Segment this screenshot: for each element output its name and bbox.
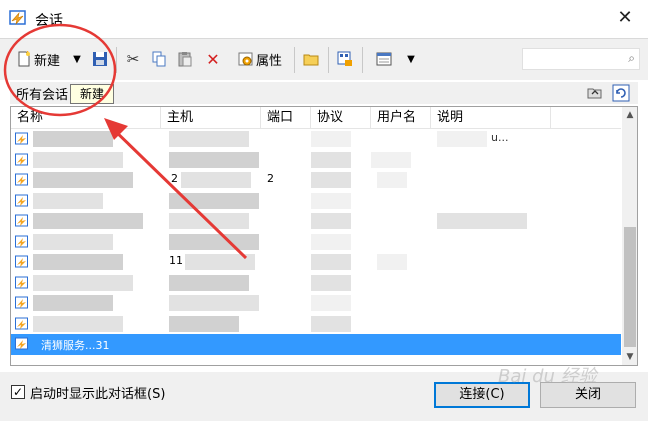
watermark-text: Bai du 经验 bbox=[498, 366, 597, 387]
copy-button[interactable] bbox=[148, 45, 170, 73]
list-item[interactable]: 11 bbox=[11, 252, 621, 273]
window-title: 会话 bbox=[35, 13, 63, 29]
cut-button[interactable]: ✂ bbox=[122, 45, 144, 73]
path-text: 所有会话 bbox=[16, 88, 69, 103]
list-view-icon bbox=[376, 52, 392, 66]
save-button[interactable] bbox=[90, 45, 110, 73]
search-icon: ⌕ bbox=[628, 51, 635, 65]
scroll-up-arrow-icon[interactable]: ▲ bbox=[622, 107, 637, 123]
xshell-app-icon bbox=[9, 10, 26, 26]
scrollbar-thumb[interactable] bbox=[624, 227, 636, 347]
column-header-host[interactable]: 主机 bbox=[161, 107, 261, 129]
delete-x-icon: ✕ bbox=[206, 49, 220, 69]
session-icon bbox=[15, 214, 28, 227]
session-list-header: 名称 主机 端口 协议 用户名 说明 bbox=[11, 107, 621, 129]
column-header-protocol[interactable]: 协议 bbox=[311, 107, 371, 129]
vertical-scrollbar[interactable]: ▲ ▼ bbox=[622, 107, 637, 365]
new-session-button[interactable]: 新建 bbox=[8, 45, 68, 73]
session-icon bbox=[15, 173, 28, 186]
session-icon bbox=[15, 337, 28, 350]
list-item[interactable]: u... bbox=[11, 129, 621, 150]
secure-session-button[interactable] bbox=[334, 45, 356, 73]
session-icon bbox=[15, 276, 28, 288]
column-header-name[interactable]: 名称 bbox=[11, 107, 161, 129]
session-icon bbox=[15, 132, 28, 145]
toolbar-separator bbox=[328, 47, 329, 73]
toolbar-separator bbox=[116, 47, 117, 73]
session-icon bbox=[15, 194, 28, 206]
chevron-down-icon: ▼ bbox=[73, 53, 81, 65]
new-session-tooltip: 新建 bbox=[70, 84, 114, 104]
list-item[interactable] bbox=[11, 191, 621, 212]
toolbar-separator bbox=[294, 47, 295, 73]
open-folder-button[interactable] bbox=[300, 45, 322, 73]
refresh-icon[interactable] bbox=[612, 84, 630, 102]
session-rows: u... 2 2 11 清狮服务...31 bbox=[11, 129, 621, 355]
session-icon bbox=[15, 255, 28, 268]
session-icon bbox=[15, 153, 28, 165]
row-host-fragment: 11 bbox=[169, 254, 183, 267]
list-item[interactable] bbox=[11, 232, 621, 253]
delete-button[interactable]: ✕ bbox=[202, 45, 224, 73]
properties-gear-icon bbox=[238, 52, 253, 66]
save-disk-icon bbox=[93, 52, 107, 66]
scroll-down-arrow-icon[interactable]: ▼ bbox=[622, 349, 637, 365]
startup-checkbox-label[interactable]: 启动时显示此对话框(S) bbox=[30, 383, 165, 402]
toolbar-separator bbox=[362, 47, 363, 73]
session-search-input[interactable]: ⌕ bbox=[522, 48, 640, 70]
toolbar: 新建 ▼ ✂ ✕ 属性 ▼ ⌕ bbox=[0, 38, 648, 80]
list-item[interactable] bbox=[11, 211, 621, 232]
paste-clipboard-icon bbox=[178, 52, 192, 67]
column-header-description[interactable]: 说明 bbox=[431, 107, 551, 129]
session-icon bbox=[15, 235, 28, 247]
properties-button[interactable]: 属性 bbox=[232, 45, 288, 73]
paste-button[interactable] bbox=[174, 45, 196, 73]
list-item[interactable]: 2 2 bbox=[11, 170, 621, 191]
list-item[interactable] bbox=[11, 314, 621, 335]
lock-grid-icon bbox=[337, 51, 352, 66]
session-icon bbox=[15, 317, 28, 329]
column-header-username[interactable]: 用户名 bbox=[371, 107, 431, 129]
list-item[interactable] bbox=[11, 150, 621, 171]
list-item[interactable] bbox=[11, 293, 621, 314]
chevron-down-icon: ▼ bbox=[407, 53, 415, 65]
view-mode-dropdown[interactable]: ▼ bbox=[402, 45, 420, 73]
folder-up-icon[interactable] bbox=[586, 84, 604, 102]
list-item[interactable] bbox=[11, 273, 621, 294]
column-header-port[interactable]: 端口 bbox=[261, 107, 311, 129]
properties-label: 属性 bbox=[255, 53, 282, 69]
startup-checkbox[interactable]: ✓ bbox=[11, 385, 25, 399]
new-session-dropdown[interactable]: ▼ bbox=[68, 45, 86, 73]
selected-row-text: 清狮服务...31 bbox=[41, 339, 110, 352]
close-window-button[interactable]: ✕ bbox=[612, 6, 638, 30]
row-description-fragment: u... bbox=[491, 131, 509, 144]
row-host-fragment: 2 bbox=[171, 172, 178, 185]
new-session-label: 新建 bbox=[33, 53, 60, 69]
scissors-icon: ✂ bbox=[126, 50, 140, 68]
view-mode-button[interactable] bbox=[372, 45, 396, 73]
session-icon bbox=[15, 296, 28, 309]
row-port-fragment: 2 bbox=[267, 172, 274, 185]
new-session-icon bbox=[18, 51, 30, 67]
title-bar: 会话 ✕ bbox=[0, 0, 648, 36]
session-list[interactable]: 名称 主机 端口 协议 用户名 说明 u... 2 2 11 清狮服务...31… bbox=[10, 106, 638, 366]
list-item-selected[interactable]: 清狮服务...31 bbox=[11, 334, 621, 355]
copy-icon bbox=[152, 51, 166, 67]
folder-icon bbox=[303, 54, 319, 66]
